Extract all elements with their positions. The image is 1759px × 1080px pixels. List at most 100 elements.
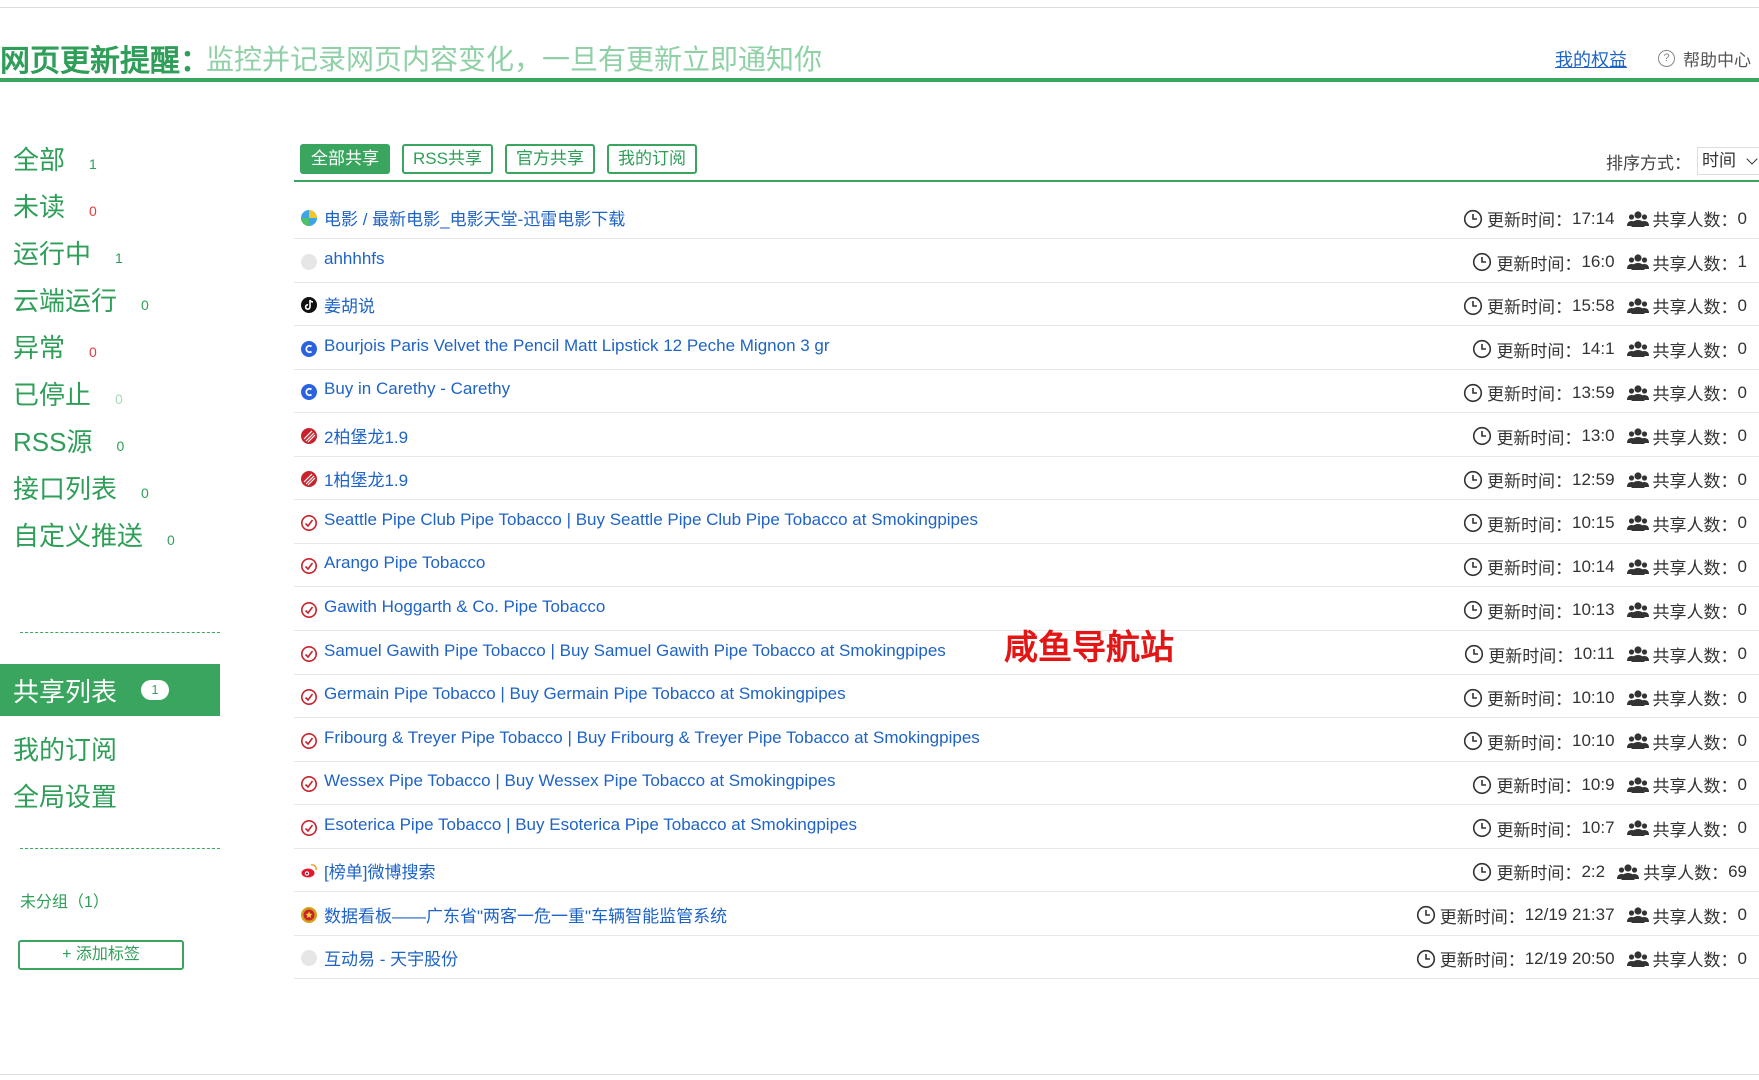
ungrouped-tag[interactable]: 未分组（1） (20, 888, 109, 912)
sidebar-item[interactable]: 运行中 1 (13, 234, 123, 271)
item-title-link[interactable]: 1柏堡龙1.9 (324, 466, 408, 491)
update-time-value: 16:0 (1581, 252, 1615, 272)
item-title-link[interactable]: 互动易 - 天宇股份 (324, 945, 458, 970)
share-count-value: 0 (1737, 948, 1747, 968)
red-check-icon (300, 514, 318, 532)
update-time-value: 15:58 (1571, 295, 1615, 315)
people-icon (1626, 905, 1649, 925)
sidebar-item-label: 已停止 (13, 380, 92, 410)
people-icon (1626, 688, 1649, 708)
people-icon (1626, 252, 1649, 272)
sidebar-item-label: 我的订阅 (13, 735, 118, 765)
item-title-link[interactable]: Fribourg & Treyer Pipe Tobacco | Buy Fri… (324, 728, 980, 748)
red-check-icon (300, 645, 318, 663)
share-count-label: 共享人数： (1652, 602, 1738, 622)
item-title-link[interactable]: [榜单]微博搜索 (324, 858, 435, 883)
share-count-label: 共享人数： (1652, 559, 1738, 579)
list-item[interactable]: 1柏堡龙1.9 更新时间： 12:59 共享人数： 0 (294, 457, 1759, 501)
list-item[interactable]: Seattle Pipe Club Pipe Tobacco | Buy Sea… (294, 501, 1759, 544)
share-count-value: 0 (1737, 905, 1747, 925)
list-item[interactable]: Fribourg & Treyer Pipe Tobacco | Buy Fri… (294, 719, 1759, 762)
help-center-link[interactable]: ? 帮助中心 (1658, 46, 1751, 71)
item-title-link[interactable]: Samuel Gawith Pipe Tobacco | Buy Samuel … (324, 641, 946, 661)
tab-3[interactable]: 我的订阅 (606, 144, 697, 174)
list-item[interactable]: 2柏堡龙1.9 更新时间： 13:0 共享人数： 0 (294, 414, 1759, 457)
list-item[interactable]: Bourjois Paris Velvet the Pencil Matt Li… (294, 327, 1759, 370)
sidebar-item[interactable]: 全部 1 (13, 140, 97, 177)
blue-c-icon (300, 340, 318, 358)
tab-1[interactable]: RSS共享 (402, 144, 493, 174)
item-title-link[interactable]: Wessex Pipe Tobacco | Buy Wessex Pipe To… (324, 771, 836, 791)
item-title-link[interactable]: Gawith Hoggarth & Co. Pipe Tobacco (324, 597, 605, 617)
list-item[interactable]: 数据看板——广东省"两客一危一重"车辆智能监管系统 更新时间： 12/19 21:3… (294, 893, 1759, 936)
list-item[interactable]: Buy in Carethy - Carethy 更新时间： 13:59 共享人数： 0 (294, 370, 1759, 414)
sidebar-item-label: 未读 (13, 192, 66, 222)
item-title-link[interactable]: 姜胡说 (324, 292, 375, 317)
share-count-label: 共享人数： (1652, 472, 1738, 492)
list-item[interactable]: 互动易 - 天宇股份 更新时间： 12/19 20:50 共享人数： 0 (294, 936, 1759, 980)
update-time-label: 更新时间： (1496, 864, 1582, 884)
item-meta: 更新时间： 10:15 共享人数： 0 (1463, 511, 1747, 536)
share-count-label: 共享人数： (1643, 864, 1729, 884)
tab-0[interactable]: 全部共享 (300, 144, 390, 174)
sidebar-item-label: 全局设置 (13, 782, 118, 812)
update-time-label: 更新时间： (1496, 777, 1582, 797)
item-title-link[interactable]: Buy in Carethy - Carethy (324, 379, 510, 399)
update-time-label: 更新时间： (1486, 211, 1572, 230)
share-tabs: 全部共享 RSS共享 官方共享 我的订阅 (300, 144, 697, 174)
sidebar-item[interactable]: 接口列表 0 (13, 469, 149, 506)
sidebar-item-global-settings[interactable]: 全局设置 (13, 777, 117, 814)
clock-icon (1464, 644, 1484, 664)
item-title-link[interactable]: Germain Pipe Tobacco | Buy Germain Pipe … (324, 684, 846, 704)
item-title-link[interactable]: 数据看板——广东省"两客一危一重"车辆智能监管系统 (324, 902, 727, 927)
item-title-link[interactable]: ahhhhfs (324, 249, 385, 269)
sidebar-item[interactable]: 自定义推送 0 (13, 516, 175, 553)
item-title-link[interactable]: Arango Pipe Tobacco (324, 553, 485, 573)
sidebar-item[interactable]: 云端运行 0 (13, 281, 149, 318)
share-count-label: 共享人数： (1652, 298, 1738, 318)
list-item[interactable]: Germain Pipe Tobacco | Buy Germain Pipe … (294, 675, 1759, 719)
share-count-value: 0 (1737, 295, 1747, 315)
sort-value: 时间 (1702, 151, 1736, 170)
clock-icon (1463, 209, 1483, 229)
sidebar-item[interactable]: 未读 0 (13, 187, 97, 224)
sidebar-item-label: 共享列表 (13, 676, 118, 707)
list-item[interactable]: [榜单]微博搜索 更新时间： 2:2 共享人数： 69 (294, 849, 1759, 893)
sidebar-item[interactable]: 已停止 0 (13, 375, 123, 412)
update-time-label: 更新时间： (1496, 254, 1582, 274)
clock-icon (1463, 688, 1483, 708)
item-title-link[interactable]: Esoterica Pipe Tobacco | Buy Esoterica P… (324, 815, 857, 835)
share-count-label: 共享人数： (1652, 211, 1738, 230)
item-title-link[interactable]: 电影 / 最新电影_电影天堂-迅雷电影下载 (324, 205, 625, 230)
sidebar-item[interactable]: RSS源 0 (13, 422, 124, 459)
list-item[interactable]: 姜胡说 更新时间： 15:58 共享人数： 0 (294, 283, 1759, 327)
sidebar-item-shared-list[interactable]: 共享列表 1 (0, 664, 220, 716)
tab-2[interactable]: 官方共享 (504, 144, 595, 174)
red-check-icon (300, 775, 318, 793)
list-item[interactable]: ahhhhfs 更新时间： 16:0 共享人数： 1 (294, 240, 1759, 283)
sidebar-item-count: 0 (89, 203, 97, 219)
list-item[interactable]: Arango Pipe Tobacco 更新时间： 10:14 共享人数： 0 (294, 544, 1759, 588)
share-count-value: 0 (1737, 774, 1747, 794)
sort-select[interactable]: 时间 (1697, 147, 1759, 175)
share-count-value: 0 (1737, 513, 1747, 533)
sidebar-divider (20, 848, 220, 849)
item-title-link[interactable]: Bourjois Paris Velvet the Pencil Matt Li… (324, 336, 830, 356)
top-border (0, 7, 1759, 8)
my-rights-link[interactable]: 我的权益 (1555, 46, 1627, 72)
list-item[interactable]: Esoterica Pipe Tobacco | Buy Esoterica P… (294, 806, 1759, 849)
people-icon (1626, 513, 1649, 533)
sidebar-item-my-subscriptions[interactable]: 我的订阅 (13, 730, 117, 767)
add-tag-button[interactable]: + 添加标签 (18, 940, 184, 970)
people-icon (1626, 339, 1649, 359)
sidebar-item[interactable]: 异常 0 (13, 328, 97, 365)
list-item[interactable]: Wessex Pipe Tobacco | Buy Wessex Pipe To… (294, 762, 1759, 806)
share-count-value: 0 (1737, 556, 1747, 576)
update-time-label: 更新时间： (1496, 820, 1582, 840)
item-title-link[interactable]: 2柏堡龙1.9 (324, 423, 408, 448)
item-title-link[interactable]: Seattle Pipe Club Pipe Tobacco | Buy Sea… (324, 510, 978, 530)
share-count-value: 0 (1737, 731, 1747, 751)
sidebar-item-label: 接口列表 (13, 474, 118, 504)
list-item[interactable]: 电影 / 最新电影_电影天堂-迅雷电影下载 更新时间： 17:14 共享人数： 0 (294, 196, 1759, 239)
update-time-value: 12/19 21:37 (1524, 905, 1615, 925)
